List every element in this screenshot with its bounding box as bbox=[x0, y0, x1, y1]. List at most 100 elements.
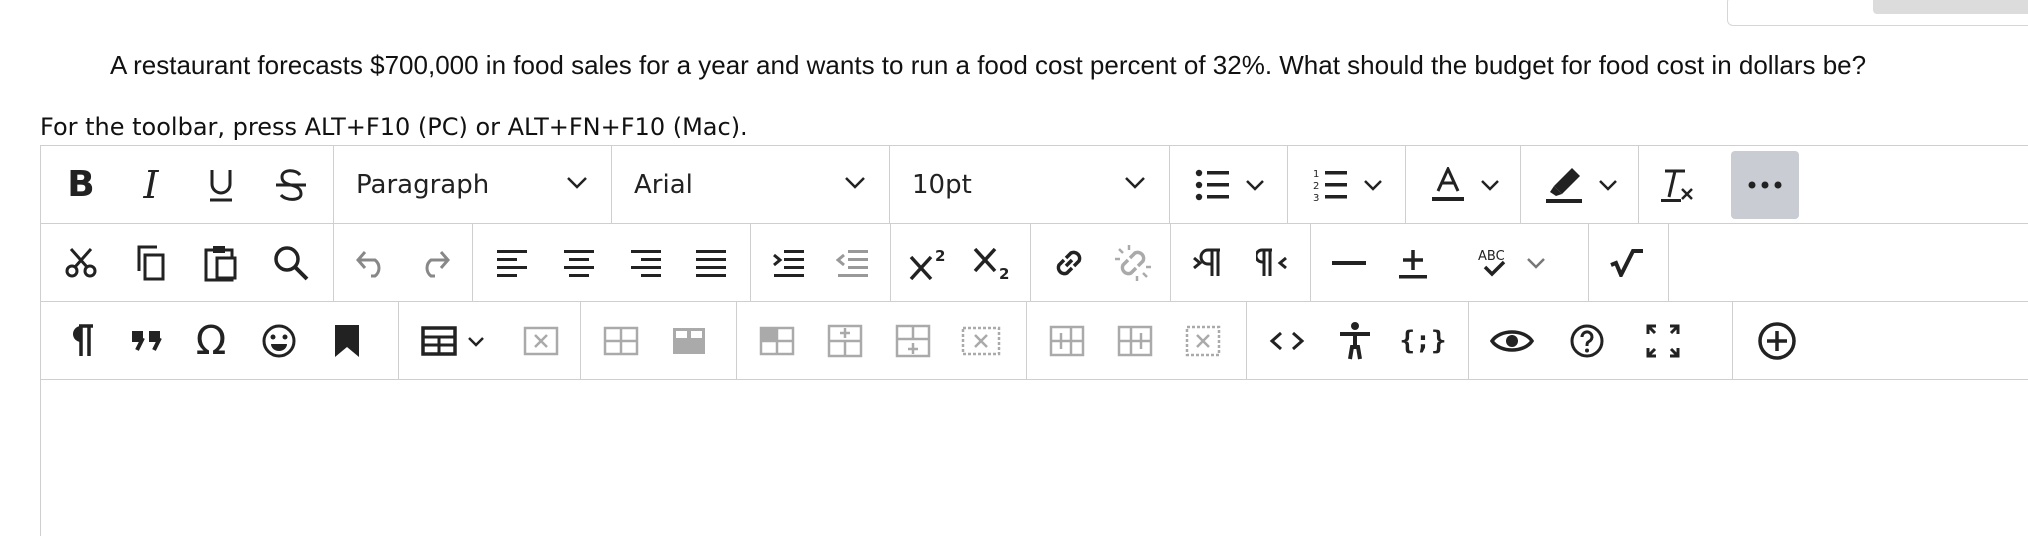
redo-button[interactable] bbox=[404, 232, 464, 294]
clear-formatting-icon bbox=[1661, 169, 1693, 202]
undo-icon bbox=[356, 251, 381, 278]
insert-group: ABC bbox=[1311, 224, 1589, 301]
chevron-down-icon bbox=[1527, 258, 1545, 269]
font-size-dropdown[interactable]: 10pt bbox=[890, 146, 1170, 223]
delete-table-button[interactable] bbox=[511, 310, 571, 372]
delete-cells-button[interactable] bbox=[951, 310, 1011, 372]
source-code-button[interactable] bbox=[1257, 310, 1317, 372]
align-left-button[interactable] bbox=[483, 232, 543, 294]
indent-button[interactable] bbox=[759, 232, 819, 294]
insert-col-before-icon bbox=[1049, 325, 1085, 357]
toolbar-row-1: B I Paragraph Arial 10pt 1 2 3 bbox=[41, 146, 2028, 224]
editor-body[interactable] bbox=[41, 380, 2028, 536]
add-content-icon bbox=[1758, 322, 1796, 360]
history-group bbox=[334, 224, 473, 301]
underline-icon bbox=[210, 170, 232, 202]
insert-col-before-button[interactable] bbox=[1037, 310, 1097, 372]
chevron-down-icon bbox=[1481, 180, 1499, 191]
svg-text:3: 3 bbox=[1313, 193, 1319, 203]
insert-row-before-button[interactable] bbox=[591, 310, 651, 372]
align-right-icon bbox=[631, 250, 661, 277]
emoji-icon bbox=[262, 324, 296, 358]
merge-cells-button[interactable] bbox=[815, 310, 875, 372]
table-button[interactable] bbox=[413, 310, 493, 372]
blockquote-icon bbox=[132, 331, 162, 351]
chevron-down-icon bbox=[468, 336, 484, 347]
numbered-list-button[interactable]: 123 bbox=[1298, 154, 1398, 216]
plus-minus-button[interactable] bbox=[1383, 232, 1443, 294]
indent-group bbox=[751, 224, 891, 301]
cell-properties-button[interactable] bbox=[747, 310, 807, 372]
more-icon bbox=[1748, 181, 1782, 189]
highlight-icon bbox=[1546, 168, 1582, 203]
align-right-button[interactable] bbox=[615, 232, 675, 294]
svg-text:2: 2 bbox=[935, 247, 945, 265]
delete-col-button[interactable] bbox=[1173, 310, 1233, 372]
top-right-button[interactable] bbox=[1873, 0, 2028, 14]
highlight-group bbox=[1521, 146, 1639, 223]
clipboard-group bbox=[41, 224, 334, 301]
clear-formatting-button[interactable] bbox=[1647, 154, 1707, 216]
text-color-button[interactable] bbox=[1416, 154, 1514, 216]
paste-icon bbox=[204, 246, 237, 282]
blockquote-button[interactable] bbox=[117, 310, 177, 372]
text-color-group bbox=[1406, 146, 1521, 223]
strikethrough-button[interactable] bbox=[261, 154, 321, 216]
insert-row-after-icon bbox=[673, 328, 705, 354]
block-format-value: Paragraph bbox=[356, 170, 490, 200]
merge-cells-icon bbox=[827, 324, 863, 358]
special-char-button[interactable]: Ω bbox=[181, 310, 241, 372]
more-button[interactable] bbox=[1731, 151, 1799, 219]
font-size-value: 10pt bbox=[912, 170, 972, 200]
page: A restaurant forecasts $700,000 in food … bbox=[0, 0, 2028, 536]
bullet-list-icon bbox=[1195, 169, 1229, 201]
ltr-button[interactable] bbox=[1179, 232, 1239, 294]
outdent-button[interactable] bbox=[823, 232, 883, 294]
add-content-button[interactable] bbox=[1747, 310, 1807, 372]
fullscreen-button[interactable] bbox=[1633, 310, 1693, 372]
highlight-button[interactable] bbox=[1531, 154, 1631, 216]
bold-button[interactable]: B bbox=[51, 154, 111, 216]
horizontal-rule-button[interactable] bbox=[1319, 232, 1379, 294]
svg-text:2: 2 bbox=[1313, 181, 1319, 192]
toolbar-row-3: Ω {;} bbox=[41, 302, 2028, 380]
delete-cells-icon bbox=[961, 326, 1001, 356]
spellcheck-button[interactable]: ABC bbox=[1451, 232, 1571, 294]
unlink-button[interactable] bbox=[1103, 232, 1163, 294]
bookmark-button[interactable] bbox=[317, 310, 377, 372]
insert-row-after-button[interactable] bbox=[659, 310, 719, 372]
preview-button[interactable] bbox=[1477, 310, 1547, 372]
underline-button[interactable] bbox=[191, 154, 251, 216]
superscript-icon: 2 bbox=[909, 247, 945, 281]
help-button[interactable] bbox=[1557, 310, 1617, 372]
cut-button[interactable] bbox=[51, 232, 111, 294]
bullet-list-button[interactable] bbox=[1180, 154, 1280, 216]
justify-icon bbox=[696, 250, 726, 277]
source-code-icon bbox=[1269, 331, 1305, 351]
math-button[interactable] bbox=[1597, 232, 1657, 294]
paste-button[interactable] bbox=[191, 232, 251, 294]
subscript-button[interactable]: 2 bbox=[963, 232, 1023, 294]
superscript-button[interactable]: 2 bbox=[899, 232, 959, 294]
paragraph-mark-button[interactable] bbox=[51, 310, 111, 372]
svg-text:ABC: ABC bbox=[1478, 249, 1505, 264]
emoji-button[interactable] bbox=[249, 310, 309, 372]
chevron-down-icon bbox=[1125, 177, 1145, 189]
link-button[interactable] bbox=[1039, 232, 1099, 294]
unlink-icon bbox=[1115, 245, 1151, 281]
justify-button[interactable] bbox=[681, 232, 741, 294]
block-format-dropdown[interactable]: Paragraph bbox=[334, 146, 612, 223]
find-button[interactable] bbox=[261, 232, 321, 294]
delete-col-icon bbox=[1185, 325, 1221, 357]
split-cells-button[interactable] bbox=[883, 310, 943, 372]
code-sample-button[interactable]: {;} bbox=[1393, 310, 1453, 372]
accessibility-button[interactable] bbox=[1325, 310, 1385, 372]
undo-button[interactable] bbox=[342, 232, 402, 294]
copy-button[interactable] bbox=[121, 232, 181, 294]
bullet-list-group bbox=[1170, 146, 1288, 223]
font-family-dropdown[interactable]: Arial bbox=[612, 146, 890, 223]
italic-button[interactable]: I bbox=[121, 154, 181, 216]
rtl-button[interactable] bbox=[1243, 232, 1303, 294]
align-center-button[interactable] bbox=[549, 232, 609, 294]
insert-col-after-button[interactable] bbox=[1105, 310, 1165, 372]
